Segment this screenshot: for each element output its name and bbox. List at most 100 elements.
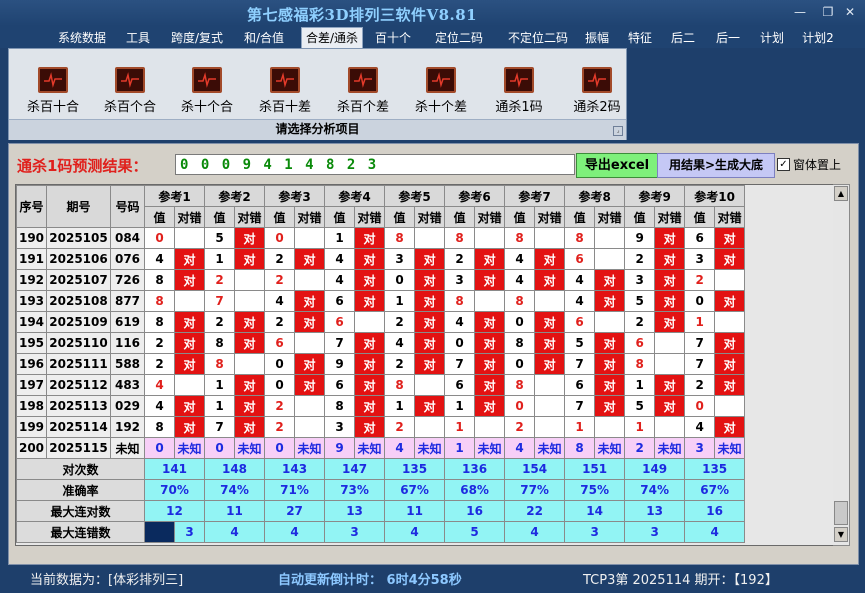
cell-hit: 对	[474, 395, 506, 417]
cell-miss	[234, 269, 266, 291]
chart-icon	[192, 67, 222, 93]
cell-hit: 对	[534, 332, 566, 354]
menu-item-11[interactable]: 后一	[712, 29, 744, 47]
stats-value: 3	[173, 521, 206, 543]
result-label: 通杀1码预测结果：	[17, 157, 148, 175]
cell-value: 2	[264, 311, 296, 333]
menu-item-0[interactable]: 系统数据	[54, 29, 110, 47]
table-row[interactable]: 195 2025110 116 2 对 8 对 6 7 对 4 对 0 对 8 对 5 对 6 7 对	[16, 332, 746, 354]
stats-value: 141	[143, 458, 206, 480]
col-header-code: 号码	[110, 185, 145, 228]
cell-hit: 对	[234, 374, 266, 396]
stats-value: 151	[564, 458, 626, 480]
cell-period: 2025106	[46, 248, 111, 270]
menu-item-3[interactable]: 和/合值	[241, 29, 287, 47]
cell-hit: 对	[234, 248, 266, 270]
menu-item-9[interactable]: 特征	[624, 29, 656, 47]
menu-item-10[interactable]: 后二	[667, 29, 699, 47]
tool-button-7[interactable]: 通杀2码	[559, 67, 635, 117]
cell-miss	[414, 227, 446, 249]
expand-icon[interactable]: ⌟	[613, 126, 623, 136]
cell-seq: 199	[16, 416, 47, 438]
cell-value: 1	[444, 395, 476, 417]
cell-value: 1	[444, 416, 476, 438]
cell-value: 9	[624, 227, 656, 249]
table-row[interactable]: 193 2025108 877 8 7 4 对 6 对 1 对 8 8 4 对 5 对 0 对	[16, 290, 746, 312]
menu-item-7[interactable]: 不定位二码	[506, 29, 570, 47]
cell-miss	[234, 353, 266, 375]
table-row[interactable]: 196 2025111 588 2 对 8 0 对 9 对 2 对 7 对 0 对 7 对 8 7 对	[16, 353, 746, 375]
tool-button-5[interactable]: 杀十个差	[403, 67, 479, 117]
cell-value: 5	[624, 290, 656, 312]
tool-button-6[interactable]: 通杀1码	[481, 67, 557, 117]
stats-value: 16	[444, 500, 506, 522]
close-icon[interactable]: ✕	[842, 5, 858, 19]
cell-value: 5	[624, 395, 656, 417]
cell-value: 2	[384, 311, 416, 333]
table-row[interactable]: 192 2025107 726 8 对 2 2 4 对 0 对 3 对 4 对 4 对 3 对 2	[16, 269, 746, 291]
restore-icon[interactable]: ❐	[820, 5, 836, 19]
menu-item-5[interactable]: 百十个	[375, 29, 411, 47]
cell-value: 3	[384, 248, 416, 270]
table-row[interactable]: 199 2025114 192 8 对 7 对 2 3 对 2 1 2 1 1 4 对	[16, 416, 746, 438]
table-row[interactable]: 194 2025109 619 8 对 2 对 2 对 6 2 对 4 对 0 对 6 2 对 1	[16, 311, 746, 333]
subheader-hit: 对错	[534, 206, 566, 228]
cell-unknown: 未知	[594, 437, 626, 459]
stats-label: 最大连对数	[16, 500, 145, 522]
minimize-icon[interactable]: —	[792, 5, 808, 19]
cell-value: 4	[444, 311, 476, 333]
menu-item-4[interactable]: 合差/通杀	[301, 27, 363, 49]
pending-row[interactable]: 200 2025115 未知 0 未知 0 未知 0 未知 9 未知 4 未知 1 未知 4 未知 8 未知 2 未知 3…	[16, 437, 746, 459]
menu-item-13[interactable]: 计划2	[800, 29, 836, 47]
cell-value: 9	[324, 353, 356, 375]
cell-seq: 190	[16, 227, 47, 249]
scroll-thumb[interactable]	[834, 501, 848, 525]
chart-icon	[582, 67, 612, 93]
stats-value: 16	[684, 500, 746, 522]
cell-predicted-value: 0	[204, 437, 236, 459]
vertical-scrollbar[interactable]: ▲ ▼	[833, 184, 850, 546]
subheader-hit: 对错	[594, 206, 626, 228]
table-row[interactable]: 190 2025105 084 0 5 对 0 1 对 8 8 8 8 9 对 6 对	[16, 227, 746, 249]
menu-item-8[interactable]: 振幅	[581, 29, 613, 47]
stats-value: 71%	[264, 479, 326, 501]
cell-hit: 对	[414, 353, 446, 375]
cell-period: 2025111	[46, 353, 111, 375]
scroll-down-icon[interactable]: ▼	[834, 527, 848, 542]
tool-button-0[interactable]: 杀百十合	[15, 67, 91, 117]
cell-value: 7	[204, 290, 236, 312]
cell-hit: 对	[534, 311, 566, 333]
cell-miss	[714, 269, 746, 291]
table-row[interactable]: 197 2025112 483 4 1 对 0 对 6 对 8 6 对 8 6 对 1 对 2 对	[16, 374, 746, 396]
menu-item-2[interactable]: 跨度/复式	[166, 29, 228, 47]
stats-label: 最大连错数	[16, 521, 145, 543]
cell-hit: 对	[173, 311, 206, 333]
menu-item-12[interactable]: 计划	[757, 29, 787, 47]
export-excel-button[interactable]: 导出excel	[576, 153, 658, 178]
tool-button-4[interactable]: 杀百个差	[325, 67, 401, 117]
tool-label: 杀百个合	[103, 100, 156, 115]
menu-item-1[interactable]: 工具	[122, 29, 154, 47]
generate-base-button[interactable]: 用结果>生成大底	[657, 153, 775, 178]
cell-code: 084	[110, 227, 145, 249]
stats-value: 147	[324, 458, 386, 480]
tool-button-1[interactable]: 杀百个合	[92, 67, 168, 117]
result-field[interactable]: 0 0 0 9 4 1 4 8 2 3	[175, 154, 575, 175]
topmost-checkbox[interactable]: ✓ 窗体置上	[777, 156, 841, 174]
cell-value: 4	[504, 248, 536, 270]
table-row[interactable]: 191 2025106 076 4 对 1 对 2 对 4 对 3 对 2 对 4 对 6 2 对 3 对	[16, 248, 746, 270]
col-header-ref: 参考5	[384, 185, 446, 207]
stats-value: 74%	[624, 479, 686, 501]
data-grid[interactable]: 序号 期号 号码 参考1 参考2 参考3 参考4 参考5 参考6 参考7 参考8 参考9 参考10 值对错…	[15, 184, 835, 546]
cell-hit: 对	[354, 269, 386, 291]
tool-button-3[interactable]: 杀百十差	[247, 67, 323, 117]
menu-item-6[interactable]: 定位二码	[431, 29, 487, 47]
cell-value: 4	[144, 374, 175, 396]
table-row[interactable]: 198 2025113 029 4 对 1 对 2 8 对 1 对 1 对 0 7 对 5 对 0	[16, 395, 746, 417]
scroll-up-icon[interactable]: ▲	[834, 186, 848, 201]
col-header-ref: 参考4	[324, 185, 386, 207]
tool-button-2[interactable]: 杀十个合	[169, 67, 245, 117]
cell-value: 2	[624, 248, 656, 270]
cell-hit: 对	[534, 269, 566, 291]
checkbox-icon[interactable]: ✓	[777, 158, 790, 171]
